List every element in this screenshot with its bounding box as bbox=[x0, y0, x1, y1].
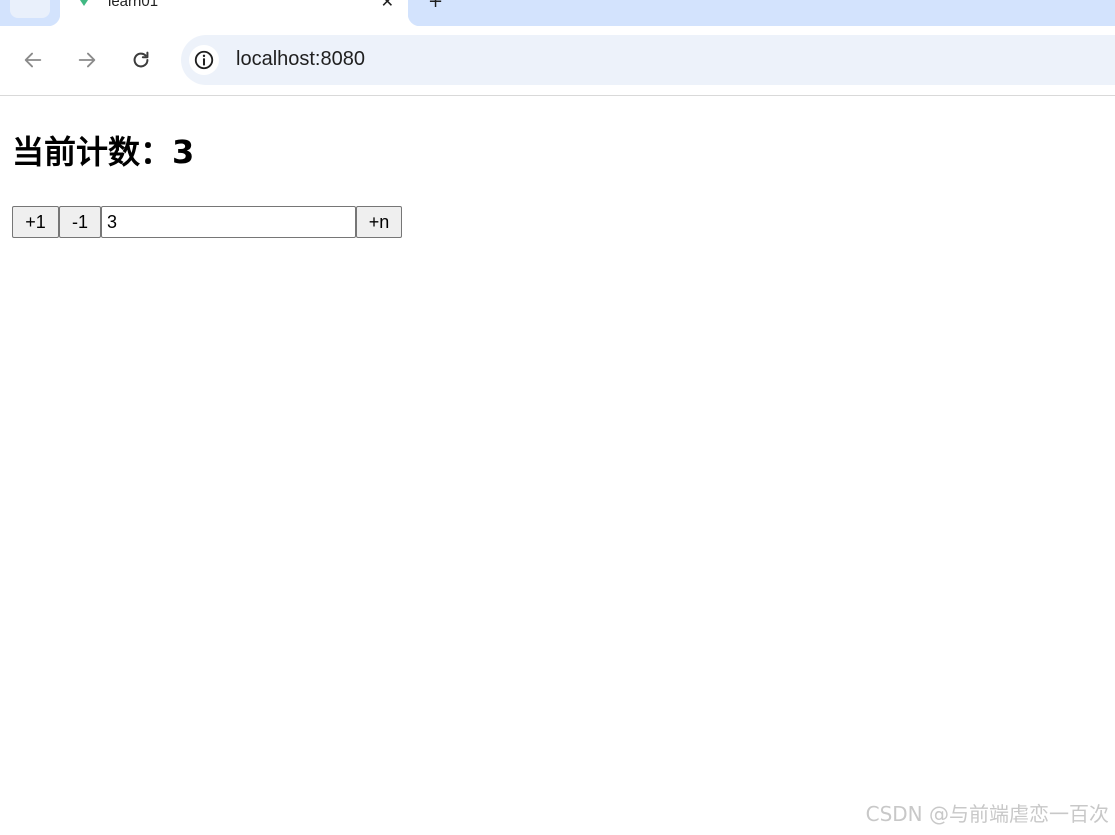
reload-button[interactable] bbox=[127, 46, 155, 74]
add-n-button[interactable]: +n bbox=[356, 206, 402, 238]
close-icon[interactable]: ✕ bbox=[381, 0, 394, 11]
count-heading: 当前计数：3 bbox=[12, 133, 195, 171]
reload-icon bbox=[133, 51, 149, 68]
browser-toolbar: localhost:8080 bbox=[0, 26, 1115, 96]
tab-title: learn01 bbox=[108, 0, 159, 10]
forward-button[interactable] bbox=[73, 46, 101, 74]
tab-search-button[interactable] bbox=[10, 0, 50, 18]
vue-logo-icon bbox=[78, 0, 90, 6]
url-text[interactable]: localhost:8080 bbox=[236, 48, 365, 71]
site-info-button[interactable] bbox=[189, 45, 219, 75]
tab-strip: learn01 ✕ + bbox=[0, 0, 1115, 26]
info-icon bbox=[194, 50, 214, 70]
arrow-left-icon bbox=[24, 52, 42, 68]
counter-controls: +1 -1 +n bbox=[12, 206, 402, 238]
tab-active[interactable]: learn01 ✕ bbox=[48, 0, 420, 26]
plus-icon[interactable]: + bbox=[428, 0, 443, 12]
back-button[interactable] bbox=[19, 46, 47, 74]
increment-button[interactable]: +1 bbox=[12, 206, 59, 238]
address-bar[interactable]: localhost:8080 bbox=[181, 35, 1115, 85]
arrow-right-icon bbox=[78, 52, 96, 68]
browser-window: learn01 ✕ + localhost:8080 当前计数：3 +1 -1 … bbox=[0, 0, 1115, 835]
page-content: 当前计数：3 +1 -1 +n CSDN @与前端虐恋一百次 bbox=[0, 96, 1115, 835]
watermark: CSDN @与前端虐恋一百次 bbox=[865, 802, 1109, 826]
decrement-button[interactable]: -1 bbox=[59, 206, 101, 238]
step-input[interactable] bbox=[101, 206, 356, 238]
